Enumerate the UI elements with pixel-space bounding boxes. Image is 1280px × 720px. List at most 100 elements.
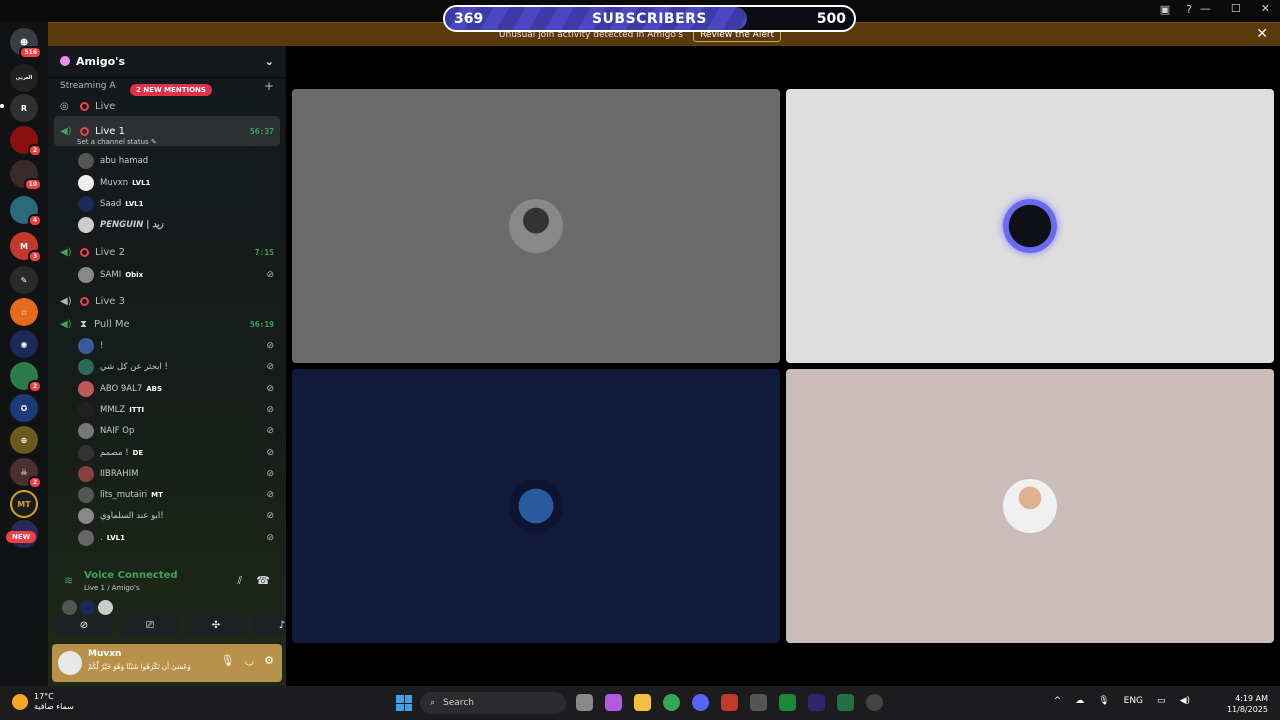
voice-user[interactable]: ابحثر عن كل شي ! ⊘ [78, 357, 278, 377]
app-green-icon[interactable] [779, 694, 796, 711]
settings-gear-icon[interactable]: ⚙ [264, 654, 274, 667]
windows-start-icon[interactable] [396, 695, 412, 711]
screen-share-button[interactable]: ⎚ [120, 615, 180, 635]
voice-user[interactable]: ابو عند السلماوي! ⊘ [78, 506, 278, 526]
server-icon-red[interactable]: 2 [10, 126, 42, 157]
voice-user[interactable]: IIBRAHIM ⊘ [78, 464, 278, 484]
server-icon-emblem[interactable]: ✪ [10, 394, 38, 422]
participant-tile[interactable] [292, 89, 780, 363]
new-pill[interactable]: NEW [6, 531, 37, 543]
avatar [78, 444, 94, 461]
file-explorer-icon[interactable] [634, 694, 651, 711]
voice-connected-channel[interactable]: Live 1 / Amigo's [84, 584, 140, 592]
inbox-icon[interactable]: ▣ [1160, 3, 1170, 16]
voice-connected-title[interactable]: Voice Connected [84, 570, 178, 581]
voice-user[interactable]: ABO 9AL7 ABS ⊘ [78, 379, 278, 399]
server-icon-sketch[interactable]: ✎ [10, 266, 38, 294]
participant-avatar [509, 479, 563, 533]
user-avatar[interactable] [58, 651, 82, 675]
steam-icon[interactable] [808, 694, 825, 711]
voice-user[interactable]: MMLZ ITTI ⊘ [78, 400, 278, 420]
server-icon-ray[interactable]: R [10, 94, 38, 122]
task-view-icon[interactable] [576, 694, 593, 711]
muted-icon: ⊘ [266, 468, 274, 479]
window-close-button[interactable]: ✕ [1261, 2, 1270, 15]
participant-tile[interactable] [786, 89, 1274, 363]
server-icon-skull[interactable]: ☠ 2 [10, 458, 42, 489]
noise-suppression-icon[interactable]: ⫽ [237, 574, 242, 588]
server-icon-green[interactable]: 2 [10, 362, 42, 393]
user-name[interactable]: Muvxn [88, 649, 121, 659]
participant-tile[interactable] [786, 369, 1274, 643]
home-button[interactable]: ☻ 516 [10, 28, 42, 59]
channel-pull-me[interactable]: ◀) ⧗ Pull Me 56:19 [54, 314, 280, 334]
screen-share-icon: ⎚ [146, 619, 154, 631]
excel-icon[interactable] [837, 694, 854, 711]
voice-user[interactable]: Saad LVL1 [78, 194, 278, 214]
disconnect-icon[interactable]: ☎ [256, 574, 270, 588]
voice-user[interactable]: NAIF Op ⊘ [78, 421, 278, 441]
avatar [78, 175, 94, 191]
taskbar-clock[interactable]: 4:19 AM 11/8/2025 [1227, 693, 1268, 715]
participant-avatar [509, 199, 563, 253]
server-icon-gold[interactable]: ⊕ [10, 426, 38, 454]
taskbar-search[interactable]: ⌕ Search [420, 692, 566, 714]
minimize-button[interactable]: — [1200, 2, 1211, 15]
voice-user[interactable]: Muvxn LVL1 [78, 173, 278, 193]
subscriber-goal: 500 [816, 11, 846, 27]
subscriber-progress-bar: 369 SUBSCRIBERS 500 [443, 5, 856, 32]
channel-live[interactable]: ◎ Live [54, 96, 280, 116]
channel-status[interactable]: Set a channel status ✎ [77, 138, 157, 146]
help-icon[interactable]: ? [1186, 3, 1192, 16]
server-icon-seal[interactable]: ◉ [10, 330, 38, 358]
voice-user[interactable]: . LVL1 ⊘ [78, 528, 278, 548]
server-icon-ok[interactable]: 4 [10, 196, 42, 227]
mentions-pill[interactable]: 2 NEW MENTIONS [130, 84, 212, 96]
home-badge: 516 [19, 46, 42, 59]
headphones-icon[interactable]: ◡ [245, 654, 255, 667]
chevron-up-icon[interactable]: ^ [1054, 696, 1062, 706]
chevron-down-icon[interactable]: ⌄ [265, 55, 274, 68]
microphone-icon[interactable]: 🎙 [221, 654, 235, 667]
weather-widget[interactable]: 17°C سماء صافية [12, 692, 74, 712]
guild-header[interactable]: Amigo's ⌄ [48, 46, 286, 78]
unread-pip [0, 104, 4, 108]
chrome-icon[interactable] [663, 694, 680, 711]
voice-user[interactable]: lits_mutairi MT ⊘ [78, 485, 278, 505]
mic-tray-icon[interactable]: 🎙 [1098, 696, 1109, 706]
add-channel-icon[interactable]: + [264, 79, 274, 93]
channel-name: Pull Me [94, 318, 130, 330]
taskbar-apps [576, 694, 883, 711]
language-indicator[interactable]: ENG [1124, 696, 1143, 706]
volume-icon[interactable]: ◀) [1180, 696, 1190, 706]
server-icon-orange[interactable]: ☆ [10, 298, 38, 326]
copilot-icon[interactable] [605, 694, 622, 711]
voice-user[interactable]: PENGUIN | زيد [78, 215, 278, 235]
voice-user[interactable]: abu hamad [78, 151, 278, 171]
hourglass-icon: ⧗ [80, 318, 88, 330]
server-icon-dark[interactable]: 10 [10, 160, 42, 191]
app-red-icon[interactable] [721, 694, 738, 711]
app-grey-icon[interactable] [750, 694, 767, 711]
app-recorder-icon[interactable] [866, 694, 883, 711]
server-icon-mt[interactable]: MT [10, 490, 38, 518]
discord-taskbar-icon[interactable] [692, 694, 709, 711]
display-icon[interactable]: ▭ [1157, 696, 1166, 706]
server-icon-arabic[interactable]: العربي [10, 64, 38, 92]
alert-close-icon[interactable]: ✕ [1256, 26, 1268, 42]
channel-timer: 56:37 [249, 126, 274, 136]
server-icon-m[interactable]: M3 [10, 232, 42, 263]
voice-user[interactable]: ! ⊘ [78, 336, 278, 356]
muted-icon: ⊘ [266, 404, 274, 415]
participant-tile[interactable] [292, 369, 780, 643]
channel-sidebar: Amigo's ⌄ Streaming A + 2 NEW MENTIONS ◎… [48, 46, 312, 686]
voice-user[interactable]: SAMI Obix ⊘ [78, 265, 278, 285]
voice-user[interactable]: مصمم ! DE ⊘ [78, 443, 278, 463]
camera-button[interactable]: ⊘ [54, 615, 114, 635]
channel-live-3[interactable]: ◀) Live 3 [54, 291, 280, 311]
avatar [80, 600, 95, 615]
channel-live-2[interactable]: ◀) Live 2 7:15 [54, 242, 280, 262]
maximize-button[interactable]: ☐ [1231, 2, 1241, 15]
activities-button[interactable]: ✣ [186, 615, 246, 635]
cloud-icon[interactable]: ☁ [1075, 696, 1084, 706]
